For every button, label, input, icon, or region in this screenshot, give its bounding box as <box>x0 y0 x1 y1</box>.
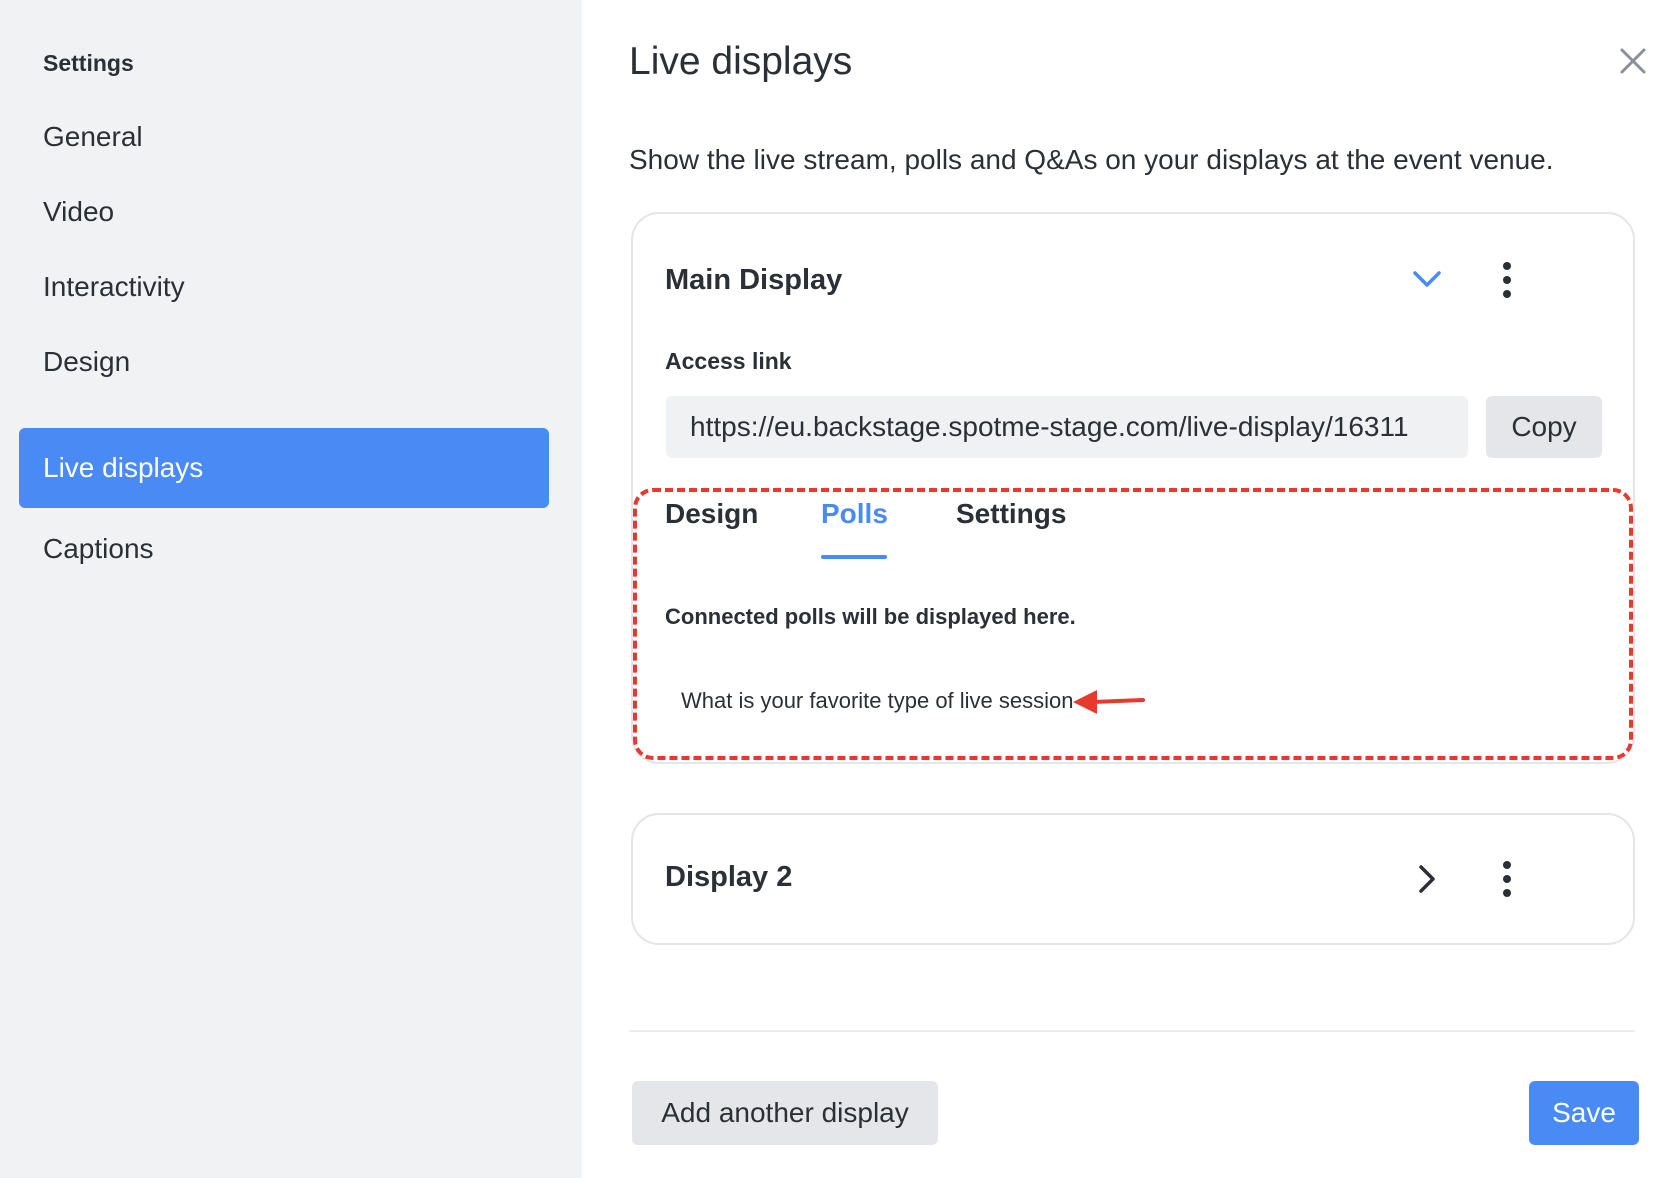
copy-button[interactable]: Copy <box>1486 396 1602 458</box>
sidebar-item-general[interactable]: General <box>19 97 549 177</box>
close-button[interactable] <box>1612 42 1652 82</box>
annotation-arrow-icon <box>1073 690 1145 714</box>
sidebar-item-captions[interactable]: Captions <box>19 509 549 589</box>
display-card-main: Main Display Access link https://eu.back… <box>631 212 1635 764</box>
sidebar-item-label: Live displays <box>43 452 204 483</box>
sidebar-item-label: Video <box>43 196 115 227</box>
sidebar-item-video[interactable]: Video <box>19 172 549 252</box>
page-title: Live displays <box>629 40 853 83</box>
chevron-down-icon <box>1413 271 1441 287</box>
close-icon <box>1620 48 1646 74</box>
display-name: Main Display <box>665 264 843 296</box>
sidebar-item-design[interactable]: Design <box>19 322 549 402</box>
sidebar-item-label: General <box>43 121 143 152</box>
expand-toggle[interactable] <box>1407 859 1447 899</box>
collapse-toggle[interactable] <box>1407 259 1447 299</box>
access-link-label: Access link <box>665 348 792 374</box>
sidebar-title: Settings <box>43 50 134 76</box>
main-panel: Live displays Show the live stream, poll… <box>582 0 1676 1178</box>
kebab-dot-icon <box>1503 875 1511 883</box>
sidebar-item-live-displays[interactable]: Live displays <box>19 428 549 508</box>
save-button[interactable]: Save <box>1529 1081 1639 1145</box>
tab-polls[interactable]: Polls <box>821 498 888 530</box>
display-options-button[interactable] <box>1492 857 1522 901</box>
kebab-dot-icon <box>1503 276 1511 284</box>
kebab-dot-icon <box>1503 861 1511 869</box>
access-link-value: https://eu.backstage.spotme-stage.com/li… <box>690 411 1409 442</box>
page-description: Show the live stream, polls and Q&As on … <box>629 144 1554 175</box>
active-tab-indicator <box>821 555 887 559</box>
access-link-field[interactable]: https://eu.backstage.spotme-stage.com/li… <box>666 396 1468 458</box>
sidebar-item-interactivity[interactable]: Interactivity <box>19 247 549 327</box>
tab-settings[interactable]: Settings <box>956 498 1066 530</box>
chevron-right-icon <box>1419 865 1435 893</box>
display-card-2[interactable]: Display 2 <box>631 813 1635 945</box>
display-name: Display 2 <box>665 861 793 893</box>
footer-divider <box>629 1030 1635 1032</box>
kebab-dot-icon <box>1503 889 1511 897</box>
sidebar-item-label: Interactivity <box>43 271 185 302</box>
sidebar-item-label: Captions <box>43 533 154 564</box>
tab-design[interactable]: Design <box>665 498 758 530</box>
polls-heading: Connected polls will be displayed here. <box>665 604 1076 629</box>
kebab-dot-icon <box>1503 290 1511 298</box>
sidebar-item-label: Design <box>43 346 131 377</box>
display-options-button[interactable] <box>1492 258 1522 302</box>
kebab-dot-icon <box>1503 262 1511 270</box>
list-item: What is your favorite type of live sessi… <box>681 688 1074 713</box>
add-display-button[interactable]: Add another display <box>632 1081 938 1145</box>
settings-sidebar: Settings General Video Interactivity Des… <box>0 0 582 1178</box>
